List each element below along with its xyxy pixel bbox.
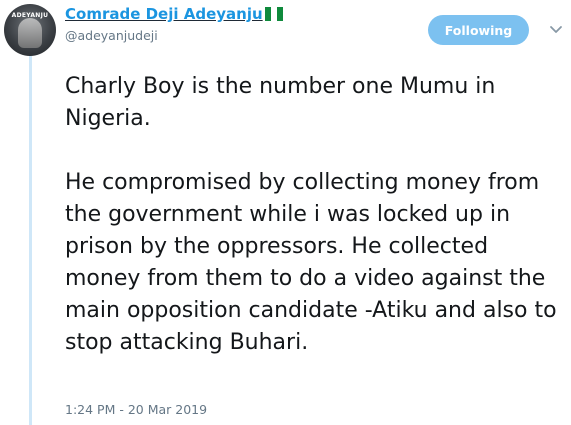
thread-line	[29, 54, 32, 425]
author-name-row: Comrade Deji Adeyanju	[65, 3, 283, 25]
avatar[interactable]: ADEYANJU	[4, 4, 56, 56]
author-display-name-text: Comrade Deji Adeyanju	[65, 5, 263, 23]
tweet-timestamp[interactable]: 1:24 PM - 20 Mar 2019	[65, 402, 207, 417]
tweet-text: Charly Boy is the number one Mumu in Nig…	[65, 71, 565, 359]
tweet-card: ADEYANJU Comrade Deji Adeyanju @adeyanju…	[0, 0, 571, 425]
chevron-down-icon[interactable]	[549, 24, 563, 36]
tweet-paragraph: He compromised by collecting money from …	[65, 170, 557, 355]
author-display-name[interactable]: Comrade Deji Adeyanju	[65, 5, 263, 23]
author-handle[interactable]: @adeyanjudeji	[65, 28, 158, 43]
tweet-paragraph: Charly Boy is the number one Mumu in Nig…	[65, 74, 496, 131]
following-button[interactable]: Following	[428, 15, 529, 45]
avatar-figure	[18, 18, 42, 48]
nigeria-flag-icon	[264, 7, 283, 21]
